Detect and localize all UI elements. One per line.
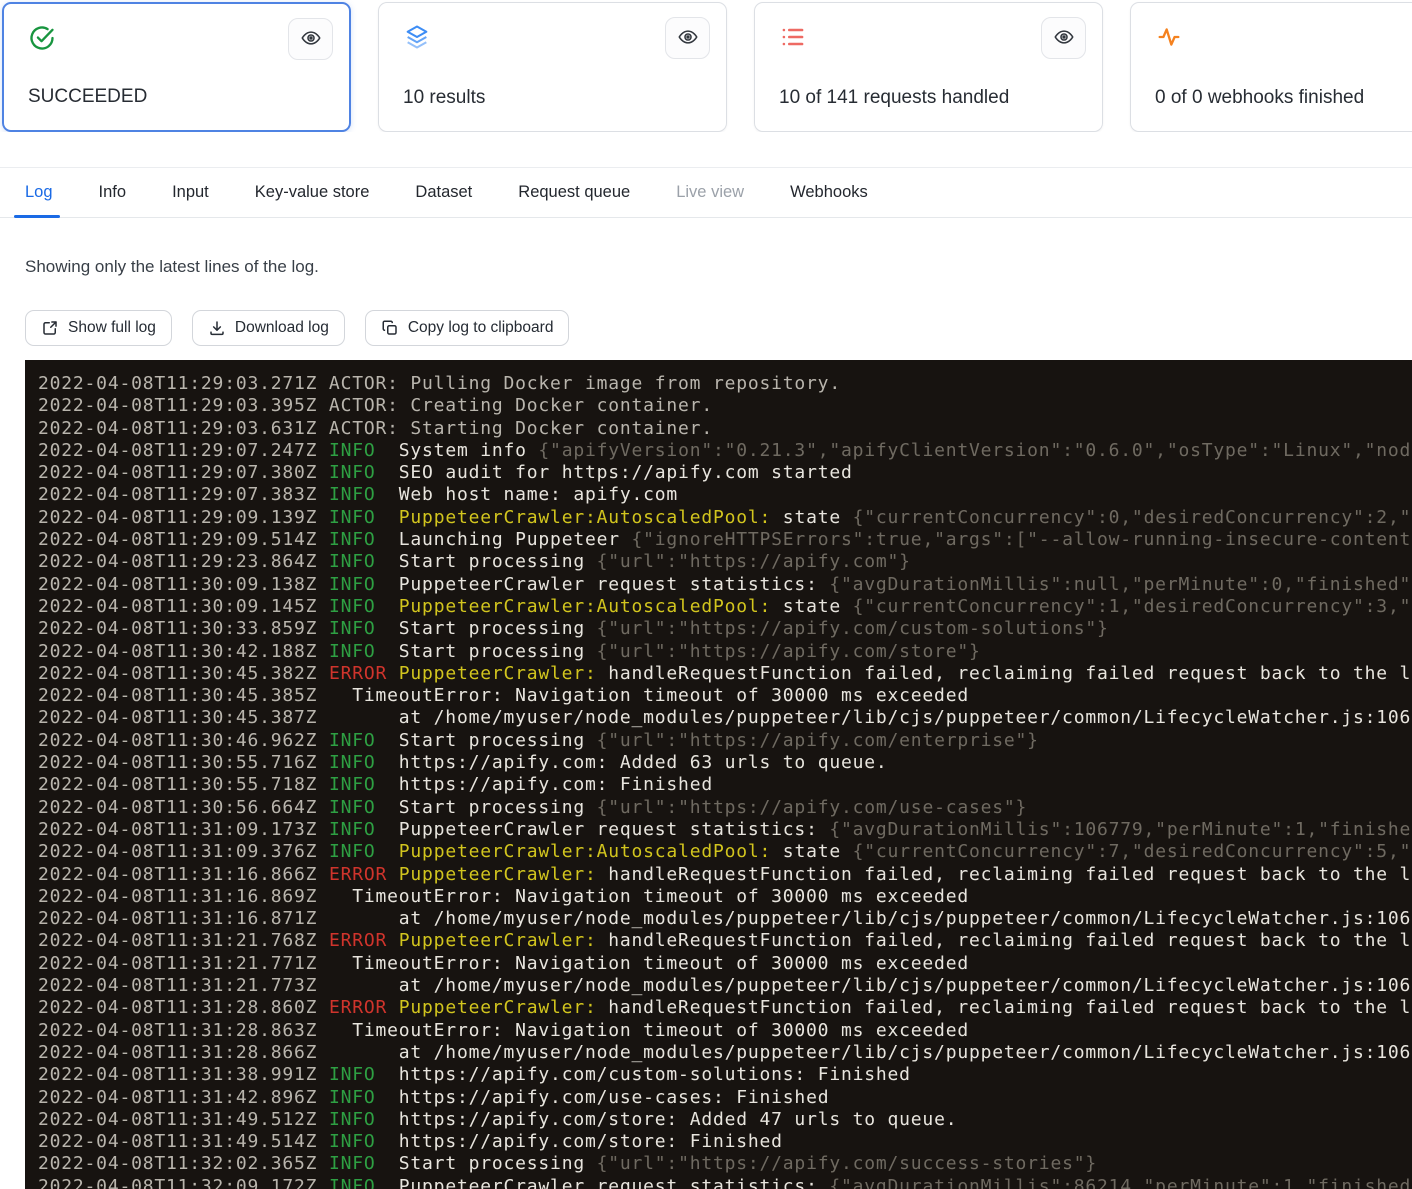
log-line: 2022-04-08T11:29:07.247Z INFO System inf… (38, 440, 1412, 462)
log-line: 2022-04-08T11:31:38.991Z INFO https://ap… (38, 1064, 1412, 1086)
log-line: 2022-04-08T11:30:45.385Z TimeoutError: N… (38, 685, 1412, 707)
log-terminal[interactable]: 2022-04-08T11:29:03.271Z ACTOR: Pulling … (25, 360, 1412, 1189)
eye-icon (677, 26, 699, 51)
tab-log[interactable]: Log (25, 168, 53, 217)
log-line: 2022-04-08T11:30:55.718Z INFO https://ap… (38, 774, 1412, 796)
log-line: 2022-04-08T11:31:28.866Z at /home/myuser… (38, 1042, 1412, 1064)
log-actions: Show full log Download log Copy log to cli… (25, 310, 1412, 346)
log-line: 2022-04-08T11:29:03.271Z ACTOR: Pulling … (38, 373, 1412, 395)
eye-icon (300, 27, 322, 52)
log-line: 2022-04-08T11:31:21.773Z at /home/myuser… (38, 975, 1412, 997)
log-line: 2022-04-08T11:29:23.864Z INFO Start proc… (38, 551, 1412, 573)
log-line: 2022-04-08T11:30:33.859Z INFO Start proc… (38, 618, 1412, 640)
status-card-label: 0 of 0 webhooks finished (1155, 87, 1364, 109)
log-line: 2022-04-08T11:31:28.863Z TimeoutError: N… (38, 1020, 1412, 1042)
status-card-requests: 10 of 141 requests handled (754, 2, 1103, 132)
log-line: 2022-04-08T11:31:49.512Z INFO https://ap… (38, 1109, 1412, 1131)
log-line: 2022-04-08T11:31:09.173Z INFO PuppeteerC… (38, 819, 1412, 841)
download-log-button[interactable]: Download log (192, 310, 345, 346)
tab-key-value-store[interactable]: Key-value store (255, 168, 370, 217)
log-line: 2022-04-08T11:31:28.860Z ERROR Puppeteer… (38, 997, 1412, 1019)
log-line: 2022-04-08T11:30:45.382Z ERROR Puppeteer… (38, 663, 1412, 685)
log-line: 2022-04-08T11:30:56.664Z INFO Start proc… (38, 797, 1412, 819)
log-line: 2022-04-08T11:29:07.383Z INFO Web host n… (38, 484, 1412, 506)
status-card-label: SUCCEEDED (28, 86, 147, 108)
log-line: 2022-04-08T11:30:09.145Z INFO PuppeteerC… (38, 596, 1412, 618)
show-full-log-button[interactable]: Show full log (25, 310, 172, 346)
tab-info[interactable]: Info (99, 168, 127, 217)
eye-button[interactable] (665, 17, 710, 59)
eye-button[interactable] (288, 18, 333, 60)
log-line: 2022-04-08T11:31:21.771Z TimeoutError: N… (38, 953, 1412, 975)
log-line: 2022-04-08T11:30:45.387Z at /home/myuser… (38, 707, 1412, 729)
tab-live-view: Live view (676, 168, 744, 217)
log-notice: Showing only the latest lines of the log… (25, 257, 1412, 277)
status-card-label: 10 of 141 requests handled (779, 87, 1009, 109)
log-line: 2022-04-08T11:31:49.514Z INFO https://ap… (38, 1131, 1412, 1153)
list-icon (779, 23, 807, 51)
log-line: 2022-04-08T11:29:09.514Z INFO Launching … (38, 529, 1412, 551)
log-line: 2022-04-08T11:29:03.631Z ACTOR: Starting… (38, 418, 1412, 440)
copy-log-to-clipboard-button[interactable]: Copy log to clipboard (365, 310, 570, 346)
action-button-label: Copy log to clipboard (408, 319, 554, 337)
log-line: 2022-04-08T11:30:09.138Z INFO PuppeteerC… (38, 574, 1412, 596)
log-line: 2022-04-08T11:29:03.395Z ACTOR: Creating… (38, 395, 1412, 417)
status-card-succeeded: SUCCEEDED (2, 2, 351, 132)
eye-icon (1053, 26, 1075, 51)
tab-webhooks[interactable]: Webhooks (790, 168, 868, 217)
log-line: 2022-04-08T11:31:16.871Z at /home/myuser… (38, 908, 1412, 930)
eye-button[interactable] (1041, 17, 1086, 59)
pulse-icon (1155, 23, 1183, 51)
log-line: 2022-04-08T11:30:46.962Z INFO Start proc… (38, 730, 1412, 752)
log-line: 2022-04-08T11:31:42.896Z INFO https://ap… (38, 1087, 1412, 1109)
status-card-label: 10 results (403, 87, 485, 109)
tab-dataset[interactable]: Dataset (415, 168, 472, 217)
log-line: 2022-04-08T11:32:09.172Z INFO PuppeteerC… (38, 1176, 1412, 1189)
tab-request-queue[interactable]: Request queue (518, 168, 630, 217)
log-line: 2022-04-08T11:31:16.866Z ERROR Puppeteer… (38, 864, 1412, 886)
log-line: 2022-04-08T11:31:09.376Z INFO PuppeteerC… (38, 841, 1412, 863)
tab-input[interactable]: Input (172, 168, 209, 217)
log-line: 2022-04-08T11:32:02.365Z INFO Start proc… (38, 1153, 1412, 1175)
layers-icon (403, 23, 431, 51)
external-link-icon (41, 319, 59, 337)
copy-icon (381, 319, 399, 337)
log-line: 2022-04-08T11:29:07.380Z INFO SEO audit … (38, 462, 1412, 484)
log-line: 2022-04-08T11:29:09.139Z INFO PuppeteerC… (38, 507, 1412, 529)
tab-bar: Log Info Input Key-value store Dataset Reques… (0, 167, 1412, 218)
action-button-label: Download log (235, 319, 329, 337)
log-line: 2022-04-08T11:31:21.768Z ERROR Puppeteer… (38, 930, 1412, 952)
status-card-results: 10 results (378, 2, 727, 132)
status-cards: SUCCEEDED 10 results 10 of 141 requests ha… (0, 0, 1412, 132)
status-card-webhooks: 0 of 0 webhooks finished (1130, 2, 1412, 132)
log-line: 2022-04-08T11:30:42.188Z INFO Start proc… (38, 641, 1412, 663)
log-line: 2022-04-08T11:30:55.716Z INFO https://ap… (38, 752, 1412, 774)
action-button-label: Show full log (68, 319, 156, 337)
check-circle-icon (28, 24, 56, 52)
download-icon (208, 319, 226, 337)
log-line: 2022-04-08T11:31:16.869Z TimeoutError: N… (38, 886, 1412, 908)
